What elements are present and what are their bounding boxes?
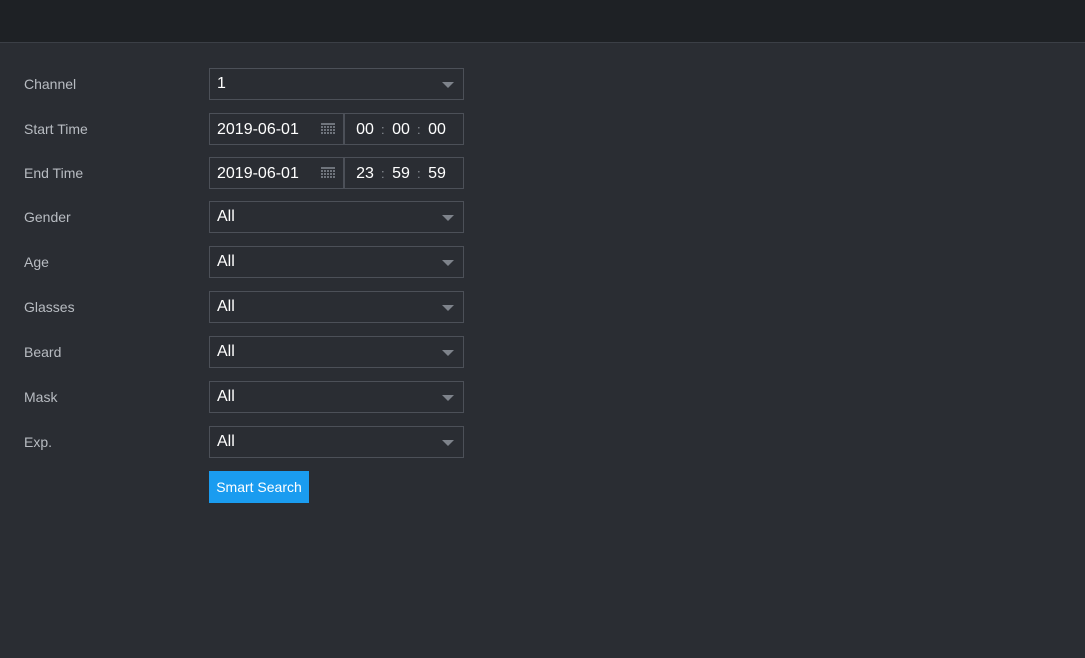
chevron-down-icon	[442, 350, 454, 356]
gender-value: All	[217, 208, 235, 225]
age-label: Age	[24, 254, 49, 270]
expression-select[interactable]: All	[209, 426, 464, 458]
start-time-row: Start Time 2019-06-01 00 : 00 : 00	[0, 113, 1085, 145]
mask-row: Mask All	[0, 381, 1085, 413]
chevron-down-icon	[442, 395, 454, 401]
time-separator: :	[381, 166, 385, 181]
glasses-value: All	[217, 298, 235, 315]
calendar-icon[interactable]	[321, 167, 335, 179]
age-row: Age All	[0, 246, 1085, 278]
mask-value: All	[217, 388, 235, 405]
mask-label: Mask	[24, 389, 58, 405]
glasses-select[interactable]: All	[209, 291, 464, 323]
end-time-label: End Time	[24, 165, 84, 181]
time-separator: :	[381, 122, 385, 137]
gender-label: Gender	[24, 209, 71, 225]
expression-value: All	[217, 433, 235, 450]
end-time-input[interactable]: 23 : 59 : 59	[344, 157, 464, 189]
beard-row: Beard All	[0, 336, 1085, 368]
expression-label: Exp.	[24, 434, 53, 450]
chevron-down-icon	[442, 260, 454, 266]
chevron-down-icon	[442, 82, 454, 88]
end-time-row: End Time 2019-06-01 23 : 59 : 59	[0, 157, 1085, 189]
glasses-row: Glasses All	[0, 291, 1085, 323]
gender-row: Gender All	[0, 201, 1085, 233]
calendar-icon[interactable]	[321, 123, 335, 135]
end-minute[interactable]: 59	[389, 158, 413, 190]
start-minute[interactable]: 00	[389, 114, 413, 146]
start-hour[interactable]: 00	[353, 114, 377, 146]
end-second[interactable]: 59	[425, 158, 449, 190]
end-hour[interactable]: 23	[353, 158, 377, 190]
channel-value: 1	[217, 75, 226, 92]
start-date-picker[interactable]: 2019-06-01	[209, 113, 344, 145]
end-date-value: 2019-06-01	[217, 165, 299, 182]
expression-row: Exp. All	[0, 426, 1085, 458]
smart-search-button[interactable]: Smart Search	[209, 471, 309, 503]
glasses-label: Glasses	[24, 299, 75, 315]
age-value: All	[217, 253, 235, 270]
top-bar	[0, 0, 1085, 43]
channel-select[interactable]: 1	[209, 68, 464, 100]
start-date-value: 2019-06-01	[217, 121, 299, 138]
start-time-input[interactable]: 00 : 00 : 00	[344, 113, 464, 145]
chevron-down-icon	[442, 215, 454, 221]
start-second[interactable]: 00	[425, 114, 449, 146]
start-time-label: Start Time	[24, 121, 88, 137]
beard-label: Beard	[24, 344, 62, 360]
end-date-picker[interactable]: 2019-06-01	[209, 157, 344, 189]
channel-label: Channel	[24, 76, 77, 92]
beard-select[interactable]: All	[209, 336, 464, 368]
time-separator: :	[417, 122, 421, 137]
chevron-down-icon	[442, 440, 454, 446]
mask-select[interactable]: All	[209, 381, 464, 413]
gender-select[interactable]: All	[209, 201, 464, 233]
beard-value: All	[217, 343, 235, 360]
channel-row: Channel 1	[0, 68, 1085, 100]
time-separator: :	[417, 166, 421, 181]
age-select[interactable]: All	[209, 246, 464, 278]
chevron-down-icon	[442, 305, 454, 311]
